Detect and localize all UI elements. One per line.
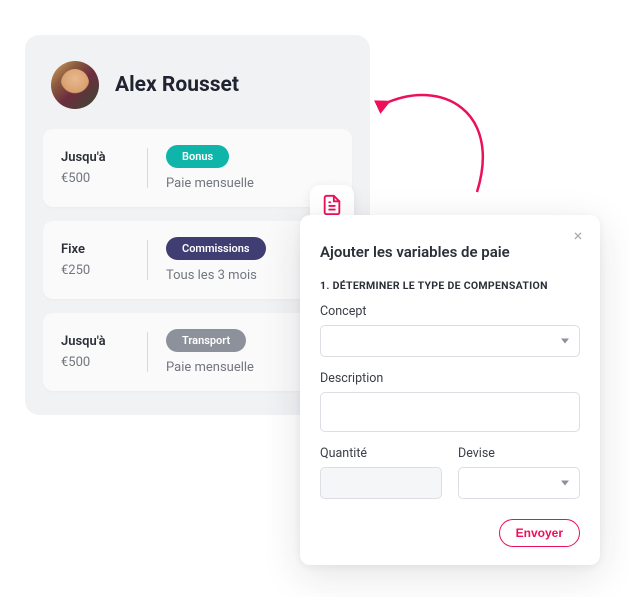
pay-item-tag: Transport	[166, 329, 246, 352]
description-field-group: Description	[320, 371, 580, 432]
concept-field-group: Concept	[320, 304, 580, 357]
pay-item-frequency: Paie mensuelle	[166, 176, 334, 191]
divider	[147, 240, 148, 280]
close-icon: ×	[574, 226, 583, 245]
pay-item-label: Fixe	[61, 242, 139, 257]
profile-header: Alex Rousset	[43, 55, 352, 129]
pay-item[interactable]: Jusqu'à €500 Bonus Paie mensuelle	[43, 129, 352, 207]
pay-item-amount: €500	[61, 171, 139, 186]
concept-label: Concept	[320, 304, 580, 319]
avatar	[51, 61, 99, 109]
pay-item-left: Fixe €250	[61, 242, 139, 278]
pay-item-amount: €250	[61, 263, 139, 278]
concept-select[interactable]	[320, 325, 580, 357]
close-button[interactable]: ×	[568, 225, 588, 245]
divider	[147, 148, 148, 188]
pay-item-left: Jusqu'à €500	[61, 150, 139, 186]
pay-item-tag: Commissions	[166, 237, 266, 260]
modal-section-heading: 1. DÉTERMINER LE TYPE DE COMPENSATION	[320, 279, 580, 292]
pay-item-amount: €500	[61, 355, 139, 370]
modal-footer: Envoyer	[320, 519, 580, 547]
quantity-field-group: Quantité	[320, 446, 442, 499]
divider	[147, 332, 148, 372]
arrow-icon	[372, 82, 522, 202]
submit-button[interactable]: Envoyer	[499, 519, 580, 547]
pay-item-left: Jusqu'à €500	[61, 334, 139, 370]
pay-item-right: Bonus Paie mensuelle	[166, 145, 334, 191]
description-label: Description	[320, 371, 580, 386]
profile-name: Alex Rousset	[115, 73, 239, 97]
currency-field-group: Devise	[458, 446, 580, 499]
pay-item-tag: Bonus	[166, 145, 229, 168]
add-pay-variables-modal: × Ajouter les variables de paie 1. DÉTER…	[300, 215, 600, 565]
quantity-label: Quantité	[320, 446, 442, 461]
modal-title: Ajouter les variables de paie	[320, 243, 580, 261]
pay-item-label: Jusqu'à	[61, 334, 139, 349]
pay-item-label: Jusqu'à	[61, 150, 139, 165]
currency-select[interactable]	[458, 467, 580, 499]
currency-label: Devise	[458, 446, 580, 461]
quantity-currency-row: Quantité Devise	[320, 446, 580, 499]
description-textarea[interactable]	[320, 392, 580, 432]
quantity-input[interactable]	[320, 467, 442, 499]
